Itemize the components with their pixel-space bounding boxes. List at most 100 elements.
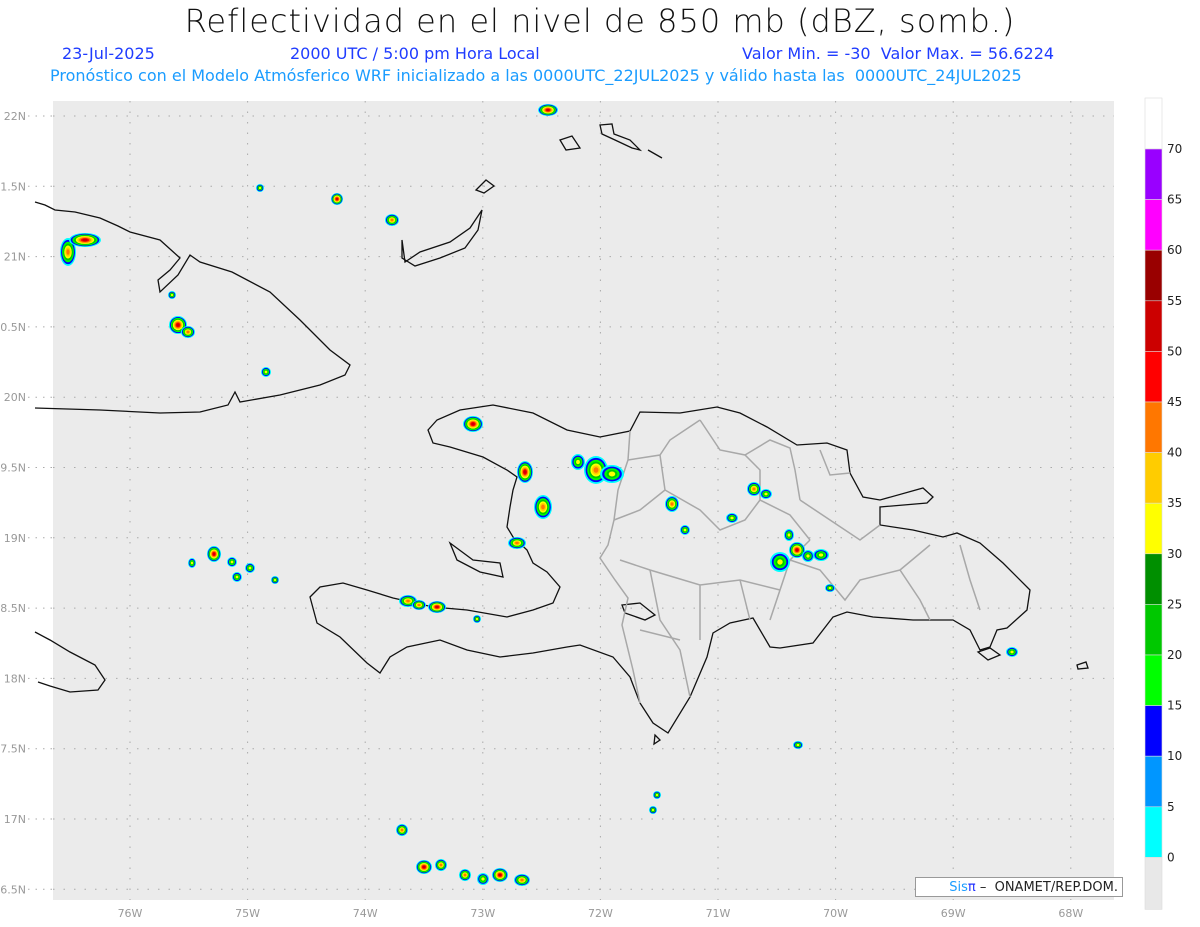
reflectivity-contour	[795, 548, 799, 552]
reflectivity-contour	[730, 516, 734, 520]
credit-box: Sisπ – ONAMET/REP.DOM.	[915, 877, 1123, 897]
lon-label: 75W	[235, 907, 260, 920]
reflectivity-contour	[390, 218, 394, 222]
forecast-time: 2000 UTC / 5:00 pm Hora Local	[290, 44, 540, 63]
reflectivity-contour	[248, 566, 252, 570]
storm-cell	[473, 615, 481, 623]
storm-cell	[412, 600, 426, 610]
storm-cell	[726, 513, 738, 523]
reflectivity-contour	[608, 471, 616, 477]
storm-cell	[331, 193, 343, 205]
reflectivity-contour	[520, 878, 524, 882]
colorbar-label: 70	[1167, 142, 1182, 156]
colorbar-label: 35	[1167, 496, 1182, 510]
storm-cell	[207, 546, 221, 562]
colorbar-label: 40	[1167, 446, 1182, 460]
min-max-values: Valor Min. = -30 Valor Max. = 56.6224	[742, 44, 1055, 63]
lon-label: 72W	[588, 907, 613, 920]
colorbar-label: 0	[1167, 850, 1175, 864]
reflectivity-contour	[212, 552, 216, 556]
storm-cell	[232, 572, 242, 582]
colorbar-label: 25	[1167, 597, 1182, 611]
colorbar-label: 5	[1167, 800, 1175, 814]
storm-cell	[784, 529, 794, 541]
storm-cell	[600, 465, 624, 483]
lon-label: 74W	[353, 907, 378, 920]
storm-cell	[760, 489, 772, 499]
lat-label: 6.5N	[0, 883, 26, 896]
storm-cell	[385, 214, 399, 226]
colorbar-swatch	[1144, 553, 1163, 605]
storm-cell	[463, 416, 483, 432]
lat-label: 20N	[4, 391, 26, 404]
reflectivity-contour	[764, 492, 768, 496]
reflectivity-map: 22N 1.5N 21N 0.5N 20N 9.5N 19N 8.5N 18N 7.5N 17N 6.…	[0, 97, 1182, 920]
credit-text: – ONAMET/REP.DOM.	[975, 880, 1118, 895]
lat-label: 9.5N	[0, 462, 26, 475]
reflectivity-contour	[806, 554, 810, 558]
reflectivity-contour	[670, 502, 674, 506]
storm-cell	[181, 326, 195, 338]
storm-cell	[261, 367, 271, 377]
lat-label: 19N	[4, 532, 26, 545]
storm-cell	[571, 454, 585, 470]
lon-label: 70W	[823, 907, 848, 920]
credit-brand-pi: π	[967, 880, 976, 895]
colorbar-label: 20	[1167, 648, 1182, 662]
storm-cell	[653, 791, 661, 799]
storm-cell	[665, 496, 679, 512]
lat-label: 17N	[4, 813, 26, 826]
reflectivity-contour	[176, 323, 180, 327]
reflectivity-contour	[777, 559, 783, 565]
colorbar-label: 65	[1167, 193, 1182, 207]
colorbar-swatch	[1144, 705, 1163, 757]
storm-cell	[747, 482, 761, 496]
map-title: Reflectividad en el nivel de 850 mb (dBZ…	[184, 2, 1016, 40]
storm-cell	[227, 557, 237, 567]
reflectivity-contour	[230, 560, 234, 564]
reflectivity-contour	[1010, 650, 1014, 654]
colorbar: 7065605550454035302520151050	[1144, 97, 1182, 910]
storm-cell	[428, 601, 446, 613]
lon-label: 68W	[1058, 907, 1083, 920]
reflectivity-contour	[818, 553, 824, 557]
storm-cell	[435, 859, 447, 871]
reflectivity-contour	[655, 793, 659, 797]
forecast-description: Pronóstico con el Modelo Atmósferico WRF…	[50, 66, 1022, 85]
storm-cell	[534, 495, 552, 519]
reflectivity-contour	[273, 578, 277, 582]
reflectivity-contour	[66, 249, 70, 255]
reflectivity-contour	[463, 873, 467, 877]
colorbar-swatch	[1144, 97, 1163, 150]
colorbar-swatch	[1144, 148, 1163, 200]
storm-cell	[793, 741, 803, 749]
storm-cell	[508, 537, 526, 549]
reflectivity-contour	[683, 528, 687, 532]
storm-cell	[770, 552, 790, 572]
forecast-date: 23-Jul-2025	[62, 44, 155, 63]
reflectivity-contour	[541, 504, 545, 510]
reflectivity-contour	[475, 617, 479, 621]
reflectivity-contour	[796, 743, 800, 747]
reflectivity-contour	[264, 370, 268, 374]
reflectivity-contour	[235, 575, 239, 579]
lat-label: 8.5N	[0, 602, 26, 615]
storm-cell	[245, 563, 255, 573]
reflectivity-contour	[190, 561, 194, 565]
storm-cell	[396, 824, 408, 836]
lon-label: 76W	[118, 907, 143, 920]
lon-label: 73W	[470, 907, 495, 920]
lon-label: 71W	[706, 907, 731, 920]
reflectivity-contour	[186, 330, 190, 334]
storm-cell	[802, 550, 814, 562]
storm-cell	[69, 233, 101, 247]
reflectivity-contour	[593, 467, 599, 473]
storm-cell	[1006, 647, 1018, 657]
colorbar-swatch	[1144, 249, 1163, 302]
colorbar-label: 50	[1167, 344, 1182, 358]
reflectivity-contour	[576, 459, 580, 465]
reflectivity-contour	[417, 604, 421, 606]
lat-label: 0.5N	[0, 321, 26, 334]
reflectivity-contour	[336, 198, 338, 200]
map-background	[53, 101, 1114, 900]
